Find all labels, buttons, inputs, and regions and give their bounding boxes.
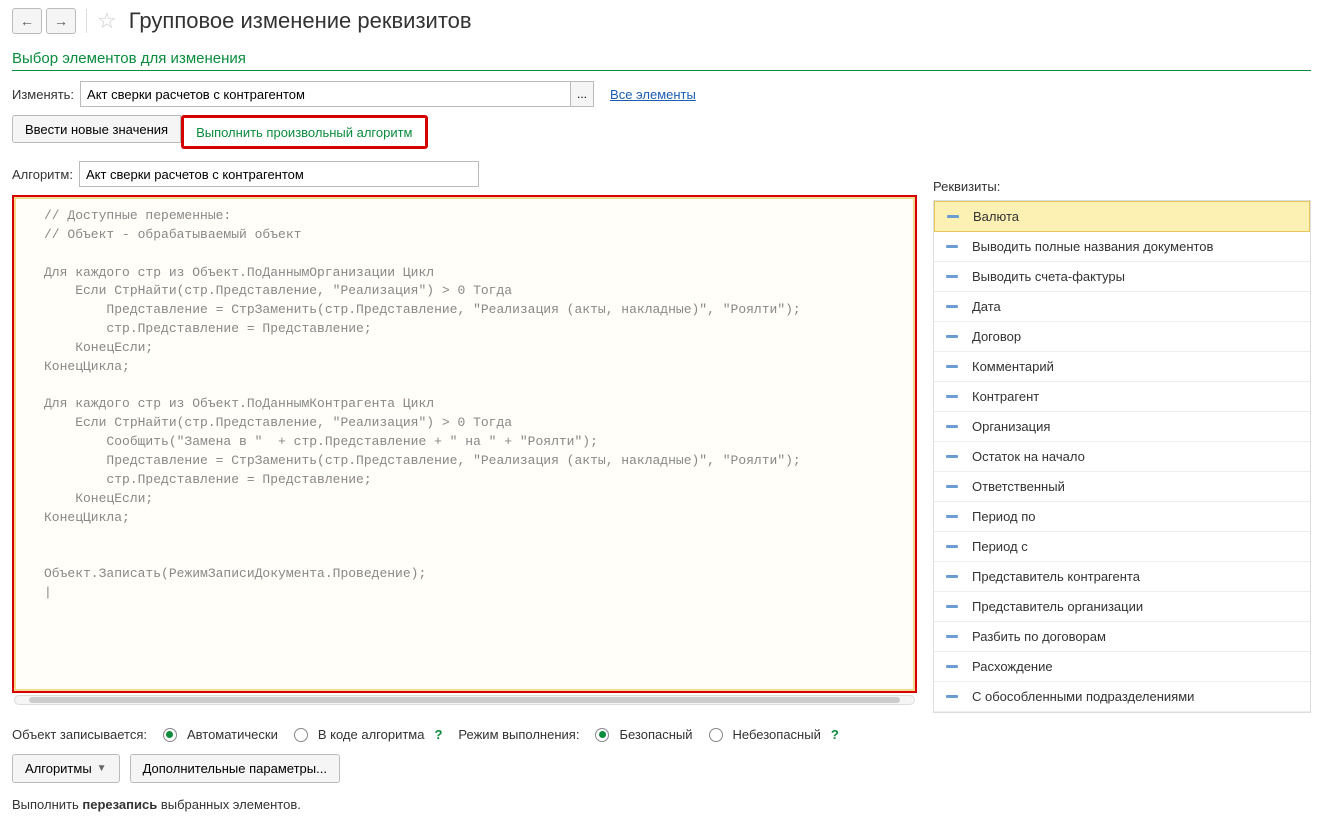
attribute-icon xyxy=(947,215,959,218)
attribute-icon xyxy=(946,605,958,608)
algorithms-dropdown-button[interactable]: Алгоритмы ▼ xyxy=(12,754,120,783)
highlight-frame-code: // Доступные переменные: // Объект - обр… xyxy=(12,195,917,693)
list-item-label: Разбить по договорам xyxy=(972,629,1106,644)
list-item-label: Период с xyxy=(972,539,1028,554)
list-item[interactable]: Представитель контрагента xyxy=(934,562,1310,592)
list-item[interactable]: Разбить по договорам xyxy=(934,622,1310,652)
list-item-label: Ответственный xyxy=(972,479,1065,494)
radio-in-code[interactable] xyxy=(294,728,308,742)
radio-unsafe[interactable] xyxy=(709,728,723,742)
list-item-label: С обособленными подразделениями xyxy=(972,689,1194,704)
list-item[interactable]: Дата xyxy=(934,292,1310,322)
list-item[interactable]: Контрагент xyxy=(934,382,1310,412)
tab-enter-values[interactable]: Ввести новые значения xyxy=(12,115,181,143)
list-item[interactable]: Договор xyxy=(934,322,1310,352)
attribute-icon xyxy=(946,695,958,698)
attribute-icon xyxy=(946,245,958,248)
attribute-icon xyxy=(946,575,958,578)
section-title: Выбор элементов для изменения xyxy=(12,50,1311,71)
radio-auto-label: Автоматически xyxy=(187,727,278,742)
attribute-icon xyxy=(946,455,958,458)
list-item[interactable]: Выводить полные названия документов xyxy=(934,232,1310,262)
list-item-label: Представитель контрагента xyxy=(972,569,1140,584)
attribute-icon xyxy=(946,305,958,308)
list-item-label: Период по xyxy=(972,509,1035,524)
change-ellipsis-button[interactable]: ... xyxy=(570,81,594,107)
list-item[interactable]: Ответственный xyxy=(934,472,1310,502)
code-editor[interactable]: // Доступные переменные: // Объект - обр… xyxy=(16,199,913,689)
attribute-icon xyxy=(946,665,958,668)
change-label: Изменять: xyxy=(12,87,74,102)
list-item-label: Организация xyxy=(972,419,1050,434)
radio-auto[interactable] xyxy=(163,728,177,742)
list-item[interactable]: Период по xyxy=(934,502,1310,532)
list-item-label: Выводить полные названия документов xyxy=(972,239,1213,254)
list-item-label: Валюта xyxy=(973,209,1019,224)
favorite-star-icon[interactable]: ☆ xyxy=(97,8,117,34)
extra-params-button[interactable]: Дополнительные параметры... xyxy=(130,754,340,783)
back-button[interactable]: ← xyxy=(12,8,42,34)
attribute-icon xyxy=(946,425,958,428)
list-item[interactable]: Остаток на начало xyxy=(934,442,1310,472)
radio-safe[interactable] xyxy=(595,728,609,742)
list-item[interactable]: Период с xyxy=(934,532,1310,562)
list-item-label: Выводить счета-фактуры xyxy=(972,269,1125,284)
exec-mode-label: Режим выполнения: xyxy=(458,727,579,742)
list-item[interactable]: Представитель организации xyxy=(934,592,1310,622)
highlight-frame-tab: Выполнить произвольный алгоритм xyxy=(181,115,427,149)
attribute-icon xyxy=(946,275,958,278)
tab-run-algorithm[interactable]: Выполнить произвольный алгоритм xyxy=(184,118,424,146)
forward-button[interactable]: → xyxy=(46,8,76,34)
radio-in-code-label: В коде алгоритма xyxy=(318,727,425,742)
radio-safe-label: Безопасный xyxy=(619,727,692,742)
all-elements-link[interactable]: Все элементы xyxy=(610,87,696,102)
list-item-label: Расхождение xyxy=(972,659,1053,674)
chevron-down-icon: ▼ xyxy=(97,763,107,774)
attribute-icon xyxy=(946,365,958,368)
attribute-icon xyxy=(946,395,958,398)
change-input[interactable] xyxy=(80,81,570,107)
attribute-icon xyxy=(946,485,958,488)
list-item[interactable]: Выводить счета-фактуры xyxy=(934,262,1310,292)
algorithm-input[interactable] xyxy=(79,161,479,187)
list-item-label: Договор xyxy=(972,329,1021,344)
list-item[interactable]: Комментарий xyxy=(934,352,1310,382)
horizontal-scrollbar[interactable] xyxy=(14,695,915,705)
page-title: Групповое изменение реквизитов xyxy=(129,8,472,34)
attribute-icon xyxy=(946,335,958,338)
requisites-list: Валюта Выводить полные названия документо… xyxy=(933,200,1311,713)
list-item-label: Остаток на начало xyxy=(972,449,1085,464)
radio-unsafe-label: Небезопасный xyxy=(733,727,821,742)
list-item-label: Представитель организации xyxy=(972,599,1143,614)
requisites-label: Реквизиты: xyxy=(933,179,1311,194)
write-mode-help-icon[interactable]: ? xyxy=(434,727,442,742)
list-item[interactable]: С обособленными подразделениями xyxy=(934,682,1310,712)
algorithm-label: Алгоритм: xyxy=(12,167,73,182)
exec-mode-help-icon[interactable]: ? xyxy=(831,727,839,742)
summary-text: Выполнить перезапись выбранных элементов… xyxy=(12,797,1311,812)
list-item[interactable]: Организация xyxy=(934,412,1310,442)
list-item-label: Дата xyxy=(972,299,1001,314)
attribute-icon xyxy=(946,545,958,548)
attribute-icon xyxy=(946,515,958,518)
list-item-label: Комментарий xyxy=(972,359,1054,374)
list-item[interactable]: Расхождение xyxy=(934,652,1310,682)
list-item[interactable]: Валюта xyxy=(934,201,1310,232)
list-item-label: Контрагент xyxy=(972,389,1039,404)
algorithms-button-label: Алгоритмы xyxy=(25,761,92,776)
separator xyxy=(86,9,87,33)
write-mode-label: Объект записывается: xyxy=(12,727,147,742)
attribute-icon xyxy=(946,635,958,638)
